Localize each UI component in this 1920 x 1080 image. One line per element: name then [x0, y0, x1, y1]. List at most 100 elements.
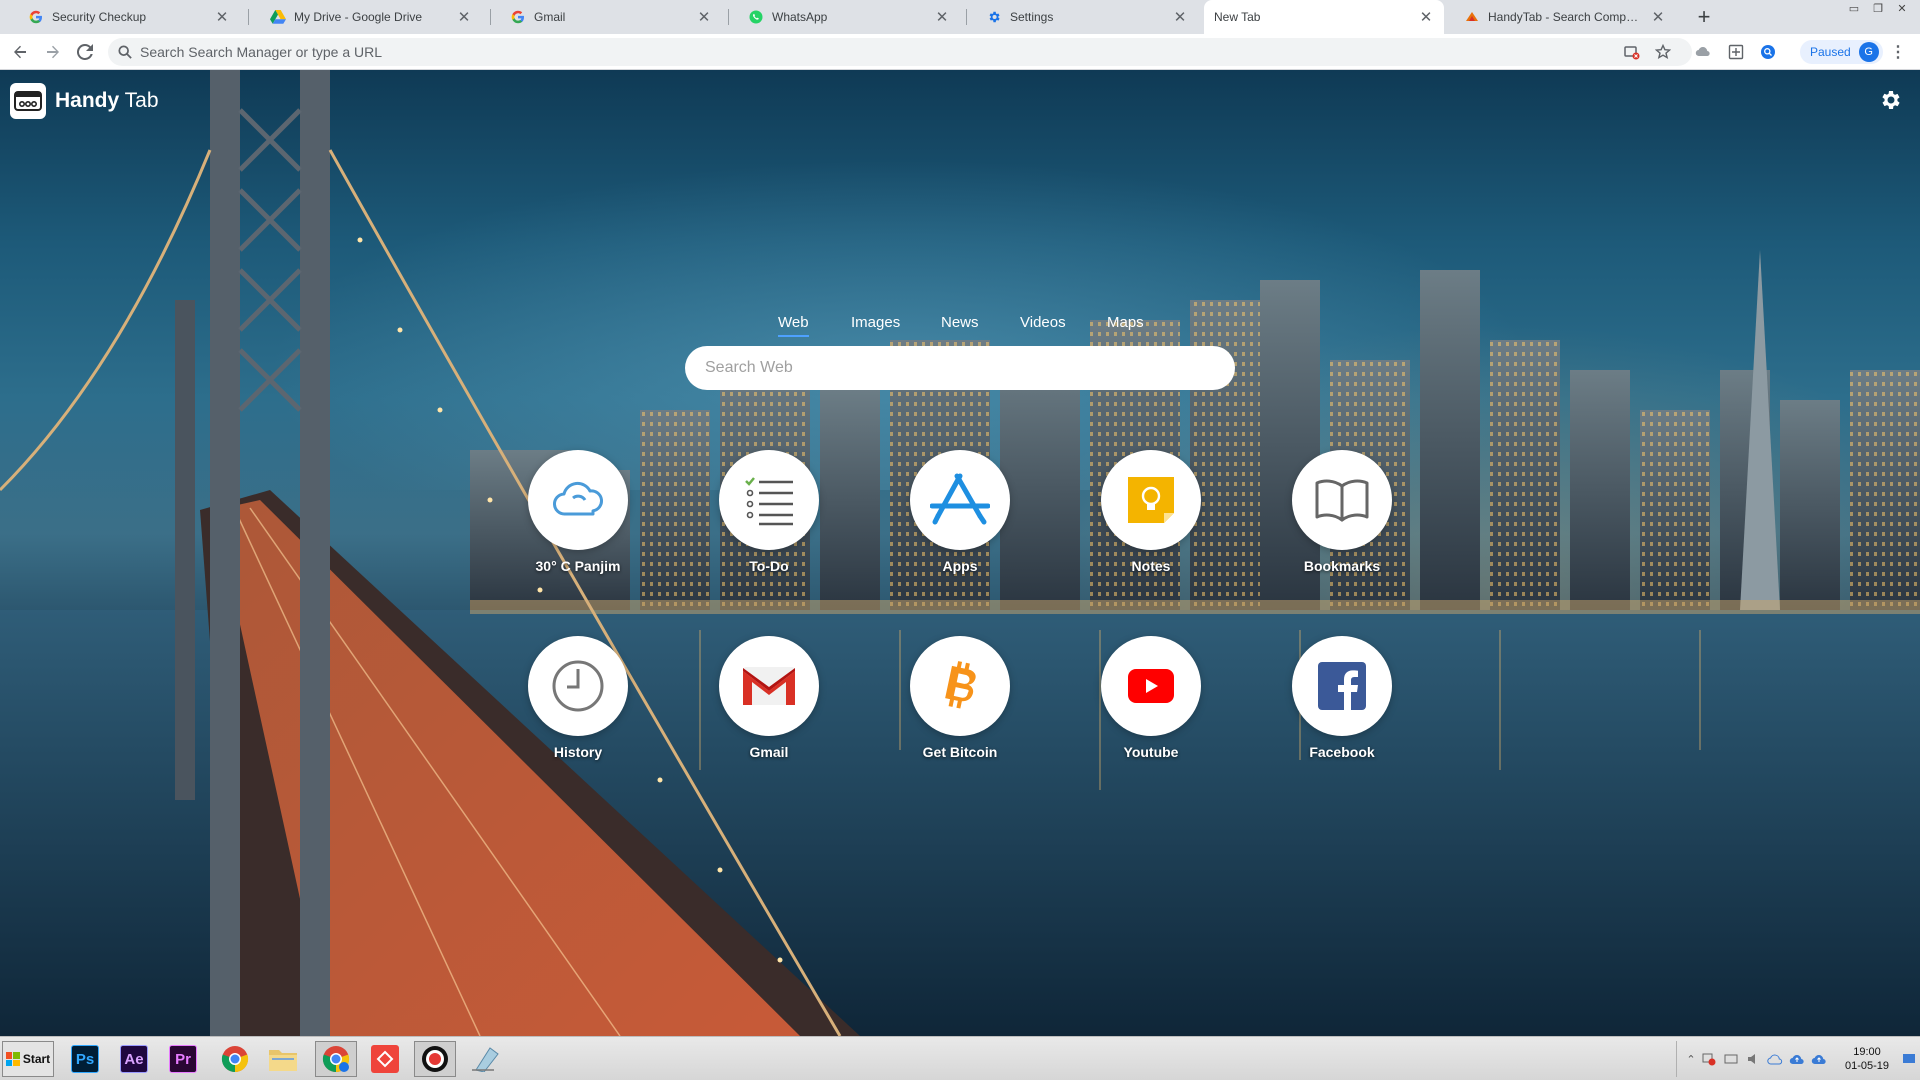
back-arrow-icon	[14, 45, 26, 59]
tile-notes[interactable]: Notes	[1071, 450, 1231, 574]
close-icon[interactable]: ✕	[1650, 9, 1666, 26]
cloud-icon	[553, 481, 603, 516]
bitcoin-icon	[945, 661, 976, 709]
profile-status: Paused	[1810, 45, 1851, 59]
tab-security-checkup[interactable]: Security Checkup ✕	[8, 0, 240, 34]
photoshop-icon: Ps	[71, 1045, 99, 1073]
taskbar-screen-recorder[interactable]	[414, 1041, 456, 1077]
show-desktop-icon[interactable]	[1901, 1051, 1917, 1067]
tab-settings[interactable]: Settings ✕	[966, 0, 1198, 34]
search-tab-videos[interactable]: Videos	[1020, 314, 1066, 331]
search-tab-images[interactable]: Images	[851, 314, 900, 331]
tile-todo[interactable]: To-Do	[689, 450, 849, 574]
tile-apps[interactable]: Apps	[880, 450, 1040, 574]
gmail-icon	[743, 667, 795, 705]
taskbar-premiere[interactable]: Pr	[162, 1041, 204, 1077]
address-input[interactable]	[140, 44, 1692, 60]
tab-new-tab[interactable]: New Tab ✕	[1204, 0, 1444, 34]
network-error-icon[interactable]	[1701, 1051, 1717, 1067]
clock-time: 19:00	[1853, 1046, 1881, 1058]
folder-icon	[269, 1050, 297, 1071]
search-tab-news[interactable]: News	[941, 314, 979, 331]
tile-bookmarks[interactable]: Bookmarks	[1262, 450, 1422, 574]
tile-label: Bookmarks	[1303, 558, 1381, 574]
tab-gmail[interactable]: Gmail ✕	[490, 0, 722, 34]
site-permissions-icon[interactable]	[1622, 42, 1642, 62]
tile-circle	[1101, 636, 1201, 736]
taskbar-chrome[interactable]	[214, 1041, 256, 1077]
lightbulb-note-icon	[1128, 477, 1174, 523]
system-clock[interactable]: 19:00 01-05-19	[1832, 1045, 1902, 1073]
upload-cloud-icon[interactable]	[1789, 1051, 1805, 1067]
open-book-icon	[1315, 479, 1369, 522]
tile-circle	[910, 636, 1010, 736]
profile-button[interactable]: Paused G	[1800, 40, 1883, 64]
tab-strip: Security Checkup ✕ My Drive - Google Dri…	[0, 0, 1920, 34]
tile-facebook[interactable]: Facebook	[1262, 636, 1422, 760]
forward-button[interactable]	[41, 40, 65, 64]
taskbar-photoshop[interactable]: Ps	[64, 1041, 106, 1077]
premiere-icon: Pr	[169, 1045, 197, 1073]
tile-circle	[528, 636, 628, 736]
search-tab-maps[interactable]: Maps	[1107, 314, 1144, 331]
new-tab-button[interactable]: +	[1692, 4, 1716, 29]
screen-recorder-icon	[422, 1046, 448, 1072]
close-window-button[interactable]: ✕	[1890, 0, 1914, 16]
settings-gear-icon[interactable]	[1878, 88, 1902, 112]
minimize-button[interactable]: ▭	[1842, 0, 1866, 16]
chrome-icon	[221, 1046, 249, 1073]
taskbar-chrome-profile[interactable]	[315, 1041, 357, 1077]
tile-youtube[interactable]: Youtube	[1071, 636, 1231, 760]
tab-title: WhatsApp	[772, 10, 828, 24]
upload-cloud-icon[interactable]	[1811, 1051, 1827, 1067]
close-icon[interactable]: ✕	[1172, 9, 1188, 26]
tile-label: To-Do	[749, 558, 789, 574]
restore-button[interactable]: ❐	[1866, 0, 1890, 16]
tile-circle	[1101, 450, 1201, 550]
taskbar-anydesk[interactable]	[364, 1041, 406, 1077]
tile-weather[interactable]: 30° C Panjim	[498, 450, 658, 574]
avatar: G	[1858, 42, 1879, 62]
tile-gmail[interactable]: Gmail	[689, 636, 849, 760]
sync-cloud-icon[interactable]	[1767, 1051, 1783, 1067]
back-button[interactable]	[8, 40, 32, 64]
close-icon[interactable]: ✕	[696, 9, 712, 26]
omnibox[interactable]	[108, 38, 1692, 66]
tab-google-drive[interactable]: My Drive - Google Drive ✕	[250, 0, 482, 34]
tile-history[interactable]: History	[498, 636, 658, 760]
tab-title: HandyTab - Search Companion - Ch	[1488, 10, 1644, 24]
start-button[interactable]: Start	[2, 1041, 54, 1077]
tab-whatsapp[interactable]: WhatsApp ✕	[728, 0, 960, 34]
handytab-brand[interactable]: Handy Tab	[10, 83, 159, 119]
keyboard-icon[interactable]	[1723, 1051, 1739, 1067]
volume-icon[interactable]	[1745, 1051, 1761, 1067]
youtube-icon	[1128, 669, 1174, 703]
whatsapp-icon	[748, 9, 764, 25]
tab-title: New Tab	[1214, 10, 1261, 24]
web-search-box[interactable]	[685, 346, 1235, 390]
anydesk-icon	[371, 1045, 399, 1073]
gear-icon	[986, 9, 1002, 25]
bookmark-star-icon[interactable]	[1653, 42, 1673, 62]
clock-icon	[552, 660, 604, 712]
taskbar-after-effects[interactable]: Ae	[113, 1041, 155, 1077]
cloud-extension-icon[interactable]	[1693, 42, 1713, 62]
chrome-profile-icon	[322, 1046, 350, 1073]
tray-expand-icon[interactable]: ⌃	[1683, 1051, 1699, 1067]
search-extension-icon[interactable]	[1758, 42, 1778, 62]
search-input[interactable]	[705, 359, 1235, 377]
reload-button[interactable]	[73, 40, 97, 64]
close-icon[interactable]: ✕	[1418, 9, 1434, 26]
reload-icon	[77, 44, 93, 60]
tile-get-bitcoin[interactable]: Get Bitcoin	[880, 636, 1040, 760]
tab-handytab[interactable]: HandyTab - Search Companion - Ch ✕	[1444, 0, 1676, 34]
close-icon[interactable]: ✕	[456, 9, 472, 26]
taskbar-eraser-app[interactable]	[464, 1041, 506, 1077]
tile-label: Apps	[942, 558, 978, 574]
add-box-extension-icon[interactable]	[1726, 42, 1746, 62]
search-tab-web[interactable]: Web	[778, 314, 809, 337]
taskbar-file-explorer[interactable]	[262, 1041, 304, 1077]
menu-kebab-icon[interactable]: ⋮	[1888, 42, 1908, 62]
close-icon[interactable]: ✕	[934, 9, 950, 26]
close-icon[interactable]: ✕	[214, 9, 230, 26]
